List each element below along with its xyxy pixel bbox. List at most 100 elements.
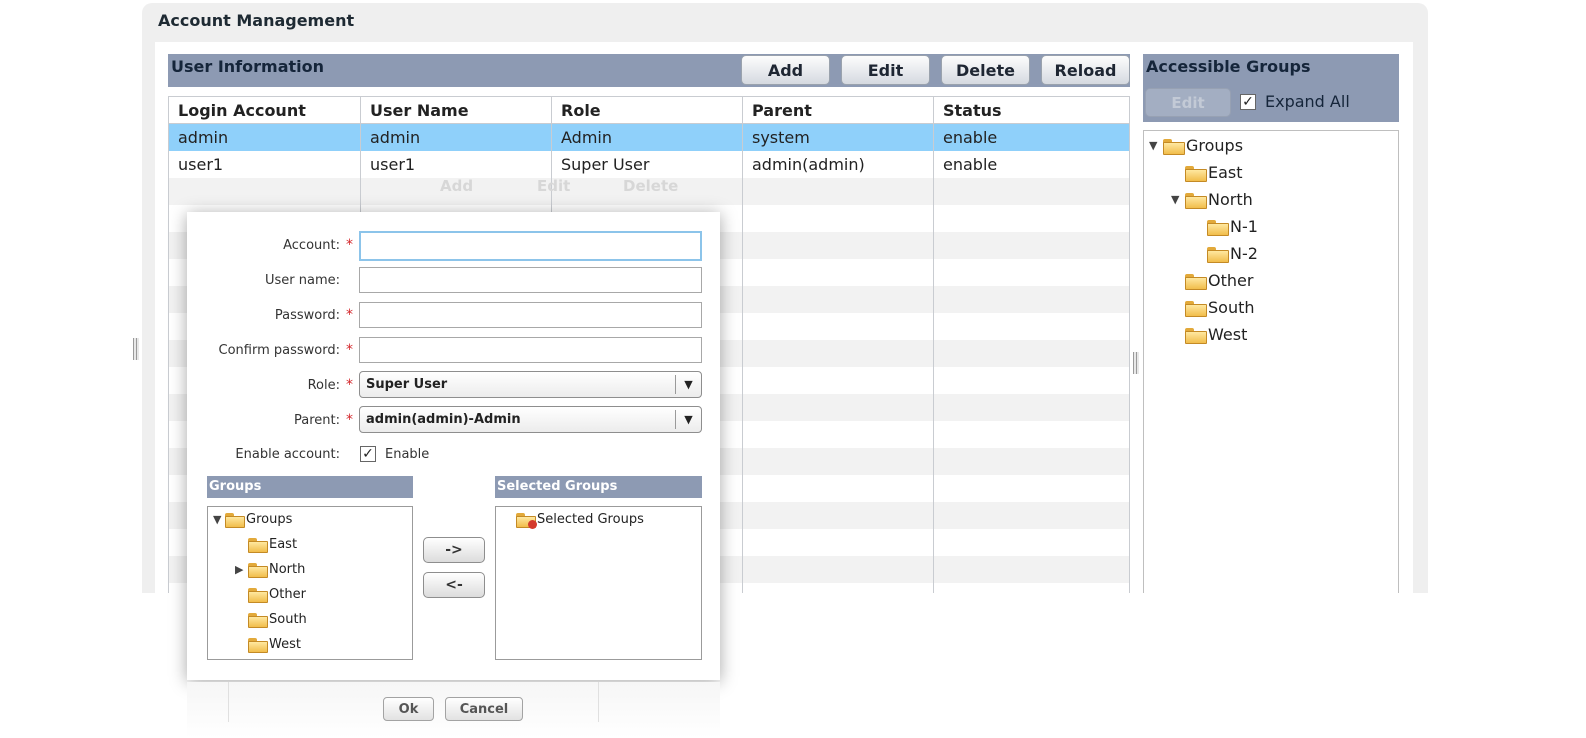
folder-open-icon [1185,273,1207,290]
column-divider [598,682,599,722]
dialog-tree-node-west[interactable]: West [248,637,301,653]
folder-open-icon [248,613,268,628]
user-name-input[interactable] [359,267,702,293]
folder-open-icon [1185,327,1207,344]
required-marker: * [346,412,353,428]
delete-button[interactable]: Delete [941,55,1030,85]
dropdown-arrow-icon[interactable]: ▼ [675,410,701,429]
role-label: Role: [307,378,340,393]
tree-node-other[interactable]: Other [1185,271,1253,290]
user-name-label: User name: [264,273,340,288]
folder-open-icon [1207,246,1229,263]
folder-open-icon [1185,192,1207,209]
column-header-login-account[interactable]: Login Account [169,97,306,124]
required-marker: * [346,237,353,253]
parent-label: Parent: [294,413,340,428]
add-button[interactable]: Add [741,55,830,85]
dialog-tree-node-east[interactable]: East [248,537,298,553]
column-header-status[interactable]: Status [934,97,1002,124]
folder-open-icon [1207,219,1229,236]
tree-label: East [269,537,298,552]
dropdown-arrow-icon[interactable]: ▼ [675,375,701,394]
column-header-user-name[interactable]: User Name [361,97,469,124]
tree-label: East [1208,163,1243,182]
required-marker: * [346,342,353,358]
ghost-add-label: Add [440,177,474,195]
password-input[interactable] [359,302,702,328]
tree-node-n1[interactable]: N-1 [1207,217,1258,236]
role-select[interactable]: Super User ▼ [359,371,702,398]
cell-parent: system [752,128,810,147]
tree-node-n2[interactable]: N-2 [1207,244,1258,263]
move-right-button[interactable]: -> [423,537,485,563]
tree-label: Groups [1186,136,1244,155]
selected-groups-box [495,506,702,660]
cell-parent: admin(admin) [752,155,865,174]
column-divider [933,97,934,593]
groups-edit-button[interactable]: Edit [1145,88,1231,117]
confirm-password-input[interactable] [359,337,702,363]
table-row[interactable]: admin admin Admin system enable [169,124,1129,151]
collapse-arrow-icon[interactable]: ▼ [213,513,225,526]
tree-label: West [269,637,301,652]
cancel-button[interactable]: Cancel [445,697,523,721]
tree-label: North [269,562,306,577]
tree-label: Other [269,587,306,602]
panel-title: Account Management [158,11,355,30]
dialog-tree-node-north[interactable]: ▶ North [235,562,306,578]
accessible-groups-title: Accessible Groups [1146,57,1311,76]
cell-role: Admin [561,128,612,147]
role-value: Super User [366,377,448,392]
folder-open-icon [1185,165,1207,182]
table-header-row: Login Account User Name Role Parent Stat… [169,97,1129,124]
cell-status: enable [943,128,998,147]
cell-login: admin [178,128,229,147]
cell-role: Super User [561,155,650,174]
tree-node-groups[interactable]: ▼ Groups [1149,136,1243,155]
tree-label: N-2 [1230,244,1258,263]
dialog-tree-node-other[interactable]: Other [248,587,306,603]
left-resize-handle[interactable] [133,338,139,360]
move-left-button[interactable]: <- [423,572,485,598]
cell-status: enable [943,155,998,174]
enable-checkbox[interactable]: ✓ [360,446,376,462]
expand-arrow-icon[interactable]: ▶ [235,563,248,576]
tree-node-north[interactable]: ▼ North [1171,190,1253,209]
dialog-tree-node-groups[interactable]: ▼ Groups [213,512,293,528]
tree-node-east[interactable]: East [1185,163,1243,182]
folder-open-icon [1185,300,1207,317]
tree-label: Selected Groups [537,512,644,527]
expand-all-checkbox[interactable]: ✓ [1240,94,1256,110]
cell-user-name: user1 [370,155,416,174]
folder-open-icon [248,563,268,578]
column-header-parent[interactable]: Parent [743,97,812,124]
dialog-tree-node-south[interactable]: South [248,612,307,628]
column-header-role[interactable]: Role [552,97,601,124]
reload-button[interactable]: Reload [1041,55,1130,85]
enable-account-label: Enable account: [235,447,340,462]
folder-open-icon [248,588,268,603]
parent-value: admin(admin)-Admin [366,412,521,427]
collapse-arrow-icon[interactable]: ▼ [1171,193,1185,206]
ghost-delete-label: Delete [623,177,679,195]
tree-node-south[interactable]: South [1185,298,1255,317]
parent-select[interactable]: admin(admin)-Admin ▼ [359,406,702,433]
folder-open-icon [225,513,245,528]
selected-groups-root[interactable]: Selected Groups [516,512,644,529]
collapse-arrow-icon[interactable]: ▼ [1149,139,1163,152]
enable-label: Enable [385,447,430,462]
account-input[interactable] [359,231,702,261]
ok-button[interactable]: Ok [383,697,434,721]
splitter-handle[interactable] [1133,352,1139,374]
folder-open-icon [248,638,268,653]
tree-label: South [269,612,307,627]
tree-label: North [1208,190,1253,209]
edit-button[interactable]: Edit [841,55,930,85]
tree-label: South [1208,298,1255,317]
tree-label: Other [1208,271,1254,290]
tree-label: Groups [246,512,293,527]
table-row[interactable]: user1 user1 Super User admin(admin) enab… [169,151,1129,178]
tree-node-west[interactable]: West [1185,325,1247,344]
folder-open-icon [248,538,268,553]
password-label: Password: [274,308,340,323]
